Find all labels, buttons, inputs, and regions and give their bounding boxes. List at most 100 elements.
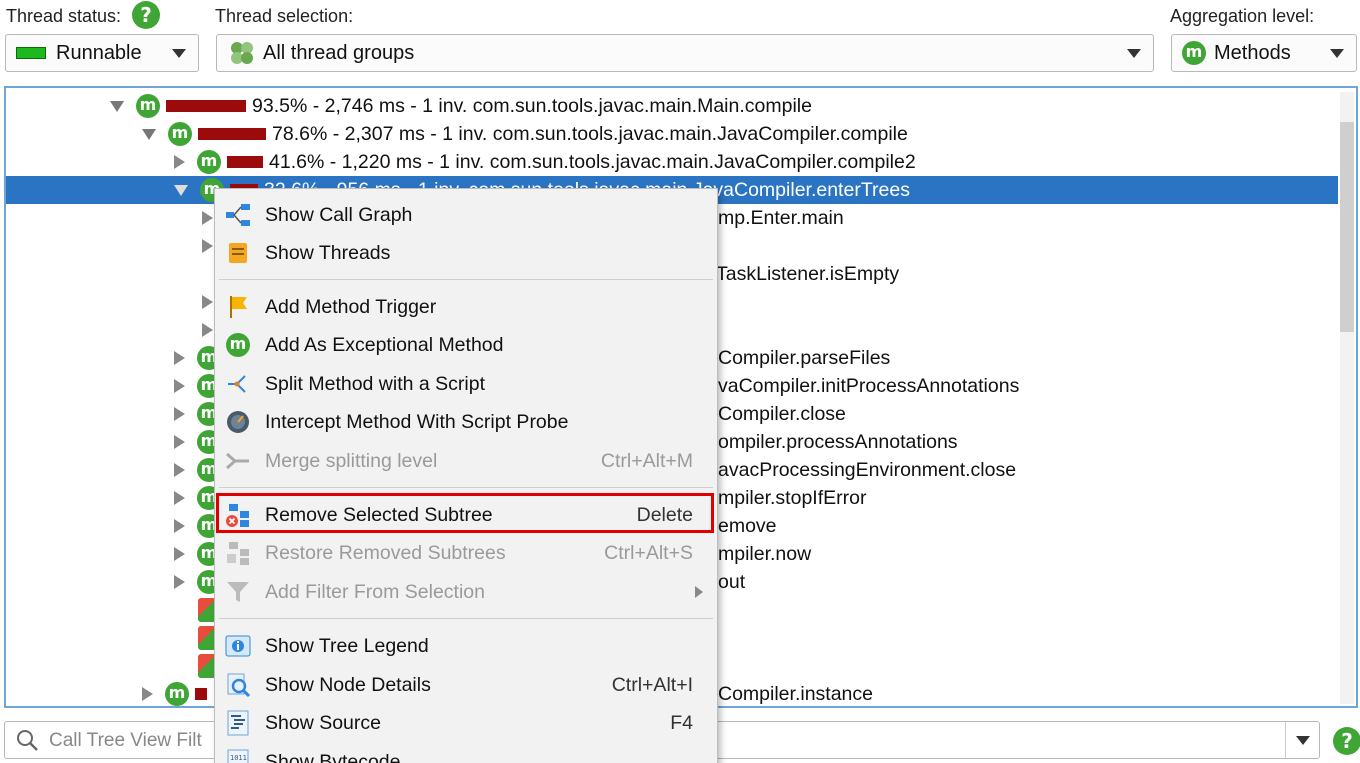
collapsed-icon[interactable]	[174, 379, 185, 393]
probe-icon	[225, 409, 251, 435]
method-icon: m	[168, 122, 192, 146]
collapsed-icon[interactable]	[142, 687, 153, 701]
thread-groups-icon	[231, 42, 253, 64]
tree-row-label: out	[718, 570, 746, 593]
menu-item-restore-removed-subtrees[interactable]: Restore Removed Subtrees Ctrl+Alt+S	[215, 535, 717, 571]
tree-row-label: Compiler.instance	[718, 682, 873, 705]
thread-status-dropdown[interactable]: Runnable	[5, 34, 199, 72]
menu-item-label: Add Filter From Selection	[265, 580, 485, 603]
percent-bar	[227, 156, 263, 168]
thread-selection-dropdown[interactable]: All thread groups	[216, 34, 1154, 72]
help-icon[interactable]: ?	[132, 1, 160, 29]
tree-row-label: mp.Enter.main	[718, 206, 844, 229]
menu-item-add-method-trigger[interactable]: Add Method Trigger	[215, 289, 717, 325]
search-icon	[17, 730, 38, 751]
menu-item-shortcut: Ctrl+Alt+I	[611, 673, 693, 696]
tree-row-label: vaCompiler.initProcessAnnotations	[718, 374, 1020, 397]
aggregation-level-label: Aggregation level:	[1170, 6, 1315, 26]
chevron-down-icon	[1127, 49, 1141, 58]
thread-status-value: Runnable	[56, 41, 142, 64]
tree-row-label: mpiler.stopIfError	[718, 486, 867, 509]
menu-item-label: Add Method Trigger	[265, 295, 437, 318]
menu-item-label: Restore Removed Subtrees	[265, 541, 506, 564]
flag-icon	[225, 294, 251, 320]
vertical-scrollbar[interactable]	[1340, 92, 1354, 704]
menu-item-add-exceptional-method[interactable]: m Add As Exceptional Method	[215, 327, 717, 363]
scrollbar-thumb[interactable]	[1340, 122, 1354, 332]
tree-row-label: Compiler.close	[718, 402, 846, 425]
expanded-icon[interactable]	[142, 128, 156, 140]
threads-icon	[225, 240, 251, 266]
menu-item-show-bytecode[interactable]: 10110110 Show Bytecode	[215, 744, 717, 763]
tree-row-label: ompiler.processAnnotations	[718, 430, 958, 453]
tree-row[interactable]: m 93.5% - 2,746 ms - 1 inv. com.sun.tool…	[6, 92, 1338, 120]
tree-row[interactable]: m 41.6% - 1,220 ms - 1 inv. com.sun.tool…	[6, 148, 1338, 176]
menu-item-shortcut: F4	[670, 711, 693, 734]
collapsed-icon[interactable]	[174, 435, 185, 449]
menu-item-show-tree-legend[interactable]: Show Tree Legend	[215, 628, 717, 664]
menu-item-shortcut: Ctrl+Alt+S	[604, 541, 693, 564]
menu-item-split-method[interactable]: Split Method with a Script	[215, 366, 717, 402]
merge-icon	[225, 448, 251, 474]
tree-row-label: avacProcessingEnvironment.close	[718, 458, 1017, 481]
legend-icon	[225, 633, 251, 659]
menu-item-label: Show Threads	[265, 241, 391, 264]
split-icon	[225, 371, 251, 397]
collapsed-icon[interactable]	[174, 463, 185, 477]
thread-selection-label: Thread selection:	[215, 6, 354, 26]
thread-status-label: Thread status:	[6, 6, 122, 26]
filter-icon	[225, 579, 251, 605]
menu-item-merge-splitting-level[interactable]: Merge splitting level Ctrl+Alt+M	[215, 443, 717, 479]
menu-item-label: Add As Exceptional Method	[265, 333, 504, 356]
collapsed-icon[interactable]	[174, 351, 185, 365]
bytecode-icon: 10110110	[225, 749, 251, 763]
collapsed-icon[interactable]	[174, 155, 185, 169]
expanded-icon[interactable]	[174, 184, 188, 196]
filter-history-dropdown[interactable]	[1285, 722, 1319, 758]
tree-row-label: 41.6% - 1,220 ms - 1 inv. com.sun.tools.…	[269, 150, 916, 173]
menu-item-shortcut: Ctrl+Alt+M	[600, 449, 693, 472]
method-icon: m	[136, 94, 160, 118]
percent-bar	[166, 100, 246, 112]
menu-item-show-threads[interactable]: Show Threads	[215, 235, 717, 271]
collapsed-icon[interactable]	[202, 323, 213, 337]
menu-item-show-node-details[interactable]: Show Node Details Ctrl+Alt+I	[215, 667, 717, 703]
tree-row[interactable]: m 78.6% - 2,307 ms - 1 inv. com.sun.tool…	[6, 120, 1338, 148]
menu-item-add-filter-from-selection[interactable]: Add Filter From Selection	[215, 574, 717, 610]
aggregation-level-dropdown[interactable]: m Methods	[1171, 34, 1357, 72]
percent-bar	[198, 128, 266, 140]
menu-item-label: Split Method with a Script	[265, 372, 486, 395]
collapsed-icon[interactable]	[202, 295, 213, 309]
collapsed-icon[interactable]	[174, 407, 185, 421]
collapsed-icon[interactable]	[174, 519, 185, 533]
menu-item-label: Show Node Details	[265, 673, 431, 696]
tree-row-label: 78.6% - 2,307 ms - 1 inv. com.sun.tools.…	[272, 122, 908, 145]
collapsed-icon[interactable]	[174, 491, 185, 505]
menu-item-intercept-method[interactable]: Intercept Method With Script Probe	[215, 404, 717, 440]
menu-separator	[219, 279, 713, 280]
menu-item-show-call-graph[interactable]: Show Call Graph	[215, 197, 717, 233]
filter-placeholder: Call Tree View Filt	[49, 730, 202, 751]
exceptional-method-icon: m	[225, 332, 251, 358]
menu-item-show-source[interactable]: Show Source F4	[215, 705, 717, 741]
tree-row-label: 93.5% - 2,746 ms - 1 inv. com.sun.tools.…	[252, 94, 812, 117]
collapsed-icon[interactable]	[202, 239, 213, 253]
collapsed-icon[interactable]	[174, 547, 185, 561]
help-icon[interactable]: ?	[1333, 727, 1360, 755]
expanded-icon[interactable]	[110, 100, 124, 112]
collapsed-icon[interactable]	[202, 211, 213, 225]
tree-row-label: Compiler.parseFiles	[718, 346, 891, 369]
context-menu: Show Call Graph Show Threads Add Method …	[214, 188, 718, 763]
tree-row-label: mpiler.now	[718, 542, 812, 565]
method-icon: m	[165, 682, 189, 706]
menu-item-label: Show Tree Legend	[265, 634, 429, 657]
methods-icon: m	[1182, 41, 1206, 65]
highlight-box	[216, 493, 714, 533]
menu-item-label: Intercept Method With Script Probe	[265, 410, 569, 433]
menu-item-label: Merge splitting level	[265, 449, 438, 472]
collapsed-icon[interactable]	[174, 575, 185, 589]
svg-text:1011: 1011	[230, 754, 247, 762]
menu-item-label: Show Bytecode	[265, 750, 401, 763]
runnable-status-icon	[16, 47, 46, 59]
tree-row-label: TaskListener.isEmpty	[716, 262, 900, 285]
